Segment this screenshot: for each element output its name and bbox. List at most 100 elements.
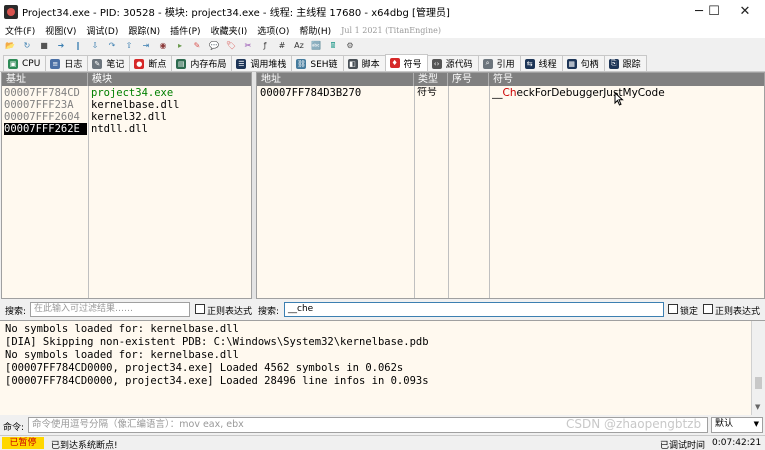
symbol-rest: eckForDebuggerJustMyCode [516, 87, 665, 99]
maximize-button[interactable]: ☐ [698, 0, 730, 23]
module-name[interactable]: kernel32.dll [91, 111, 249, 123]
symbol-address[interactable]: 00007FF784D3B270 [260, 87, 412, 99]
calculator-icon[interactable]: 🖩 [327, 40, 339, 52]
font-icon[interactable]: Az [293, 40, 305, 52]
strings-icon[interactable]: 🔤 [310, 40, 322, 52]
tab-label: 源代码 [445, 60, 473, 70]
module-base-address[interactable]: 00007FF784CD [4, 87, 87, 99]
comment-icon[interactable]: 💬 [208, 40, 220, 52]
close-button[interactable]: ✕ [729, 0, 761, 23]
title-bar: Project34.exe - PID: 30528 - 模块: project… [0, 0, 765, 23]
symbol-search-input[interactable]: __che [284, 302, 664, 317]
script-icon: ◧ [347, 58, 358, 69]
symbol-name[interactable]: __CheckForDebuggerJustMyCode [492, 87, 762, 99]
trace-tab-icon: ⎘ [608, 58, 619, 69]
command-mode-value: 默认 [715, 419, 734, 429]
bookmark-icon[interactable]: ✂ [242, 40, 254, 52]
module-base-address[interactable]: 00007FFF2604 [4, 111, 87, 123]
log-line: [DIA] Skipping non-existent PDB: C:\Wind… [5, 336, 429, 348]
debug-time-label: 已调试时间 [660, 441, 706, 450]
log-line: [00007FF784CD0000, project34.exe] Loaded… [5, 375, 429, 387]
animate-icon[interactable]: ▸ [174, 40, 186, 52]
settings-icon[interactable]: ⚙ [344, 40, 356, 52]
tab-label: 跟踪 [622, 60, 641, 70]
symbol-match-highlight: Ch [502, 87, 517, 99]
tab-log[interactable]: ≡ 日志 [45, 55, 89, 71]
menu-trace[interactable]: 跟踪(N) [128, 24, 160, 37]
tab-notes[interactable]: ✎ 笔记 [87, 55, 131, 71]
column-symbol[interactable]: 符号 [489, 73, 764, 86]
tab-seh[interactable]: ⛓ SEH链 [291, 55, 344, 71]
module-name[interactable]: project34.exe [91, 87, 249, 99]
step-into-icon[interactable]: ⇩ [89, 40, 101, 52]
label-icon[interactable]: 🏷 [225, 40, 237, 52]
column-type[interactable]: 类型 [414, 73, 448, 86]
hash-icon[interactable]: # [276, 40, 288, 52]
tab-label: 调用堆栈 [250, 60, 287, 70]
trace-icon[interactable]: ◉ [157, 40, 169, 52]
scrollbar-thumb[interactable] [755, 377, 762, 389]
tab-breakpoint[interactable]: ● 断点 [129, 55, 173, 71]
module-search-input[interactable]: 在此输入可过滤结果…… [30, 302, 190, 317]
regex-checkbox-left[interactable] [195, 304, 205, 314]
menu-bar: 文件(F) 视图(V) 调试(D) 跟踪(N) 插件(P) 收藏夹(I) 选项(… [0, 23, 765, 38]
tab-memory-map[interactable]: ▤ 内存布局 [171, 55, 233, 71]
run-icon[interactable]: ➜ [55, 40, 67, 52]
module-name[interactable]: ntdll.dll [91, 123, 249, 135]
tab-threads[interactable]: ⇆ 线程 [519, 55, 563, 71]
function-icon[interactable]: ƒ [259, 40, 271, 52]
threads-icon: ⇆ [524, 58, 535, 69]
command-mode-select[interactable]: 默认 ▼ [711, 417, 763, 433]
menu-help[interactable]: 帮助(H) [299, 24, 331, 37]
scroll-down-icon[interactable]: ▼ [755, 403, 760, 411]
open-icon[interactable]: 📂 [4, 40, 16, 52]
menu-favourites[interactable]: 收藏夹(I) [211, 24, 248, 37]
lock-checkbox[interactable] [668, 304, 678, 314]
breakpoint-icon: ● [134, 58, 145, 69]
column-ordinal[interactable]: 序号 [448, 73, 489, 86]
column-address[interactable]: 地址 [257, 73, 414, 86]
call-stack-icon: ☰ [236, 58, 247, 69]
search-bar: 搜索: 在此输入可过滤结果…… 正则表达式 搜索: __che 锁定 正则表达式 [0, 299, 765, 320]
step-over-icon[interactable]: ↷ [106, 40, 118, 52]
menu-file[interactable]: 文件(F) [5, 24, 35, 37]
search-label-right: 搜索: [258, 307, 280, 317]
notes-icon: ✎ [92, 58, 103, 69]
tab-source[interactable]: ‹› 源代码 [426, 55, 479, 71]
menu-plugins[interactable]: 插件(P) [170, 24, 200, 37]
tab-call-stack[interactable]: ☰ 调用堆栈 [231, 55, 293, 71]
app-icon [4, 4, 18, 19]
regex-label-left: 正则表达式 [207, 307, 253, 317]
tab-trace-tab[interactable]: ⎘ 跟踪 [603, 55, 647, 71]
log-line: [00007FF784CD0000, project34.exe] Loaded… [5, 362, 404, 374]
menu-view[interactable]: 视图(V) [45, 24, 76, 37]
execute-till-return-icon[interactable]: ⇧ [123, 40, 135, 52]
source-icon: ‹› [431, 58, 442, 69]
lock-label: 锁定 [680, 307, 699, 317]
column-module[interactable]: 模块 [88, 73, 251, 86]
menu-options[interactable]: 选项(O) [257, 24, 289, 37]
tab-references[interactable]: ⌕ 引用 [477, 55, 521, 71]
regex-checkbox-right[interactable] [703, 304, 713, 314]
column-base[interactable]: 基址 [2, 73, 88, 86]
tab-symbols[interactable]: ♦ 符号 [384, 54, 428, 71]
module-base-address[interactable]: 00007FFF23A [4, 99, 87, 111]
close-icon[interactable]: ■ [38, 40, 50, 52]
log-icon: ≡ [50, 58, 61, 69]
menu-debug[interactable]: 调试(D) [86, 24, 118, 37]
run-to-user-code-icon[interactable]: ⇥ [140, 40, 152, 52]
tab-script[interactable]: ◧ 脚本 [342, 55, 386, 71]
pause-icon[interactable]: ‖ [72, 40, 84, 52]
restart-icon[interactable]: ↻ [21, 40, 33, 52]
module-base-address[interactable]: 00007FFF262E [4, 123, 87, 135]
tab-cpu[interactable]: ▣ CPU [3, 55, 47, 71]
status-message: 已到达系统断点! [51, 441, 118, 450]
tab-label: 笔记 [106, 60, 125, 70]
chevron-down-icon: ▼ [753, 420, 759, 428]
log-scrollbar[interactable]: ▼ [751, 321, 765, 416]
tab-handles[interactable]: ▦ 句柄 [561, 55, 605, 71]
module-name[interactable]: kernelbase.dll [91, 99, 249, 111]
handles-icon: ▦ [566, 58, 577, 69]
toolbar: 📂 ↻ ■ ➜ ‖ ⇩ ↷ ⇧ ⇥ ◉ ▸ ✎ 💬 🏷 ✂ ƒ # Az 🔤 🖩 ⚙ [0, 38, 765, 54]
patch-icon[interactable]: ✎ [191, 40, 203, 52]
